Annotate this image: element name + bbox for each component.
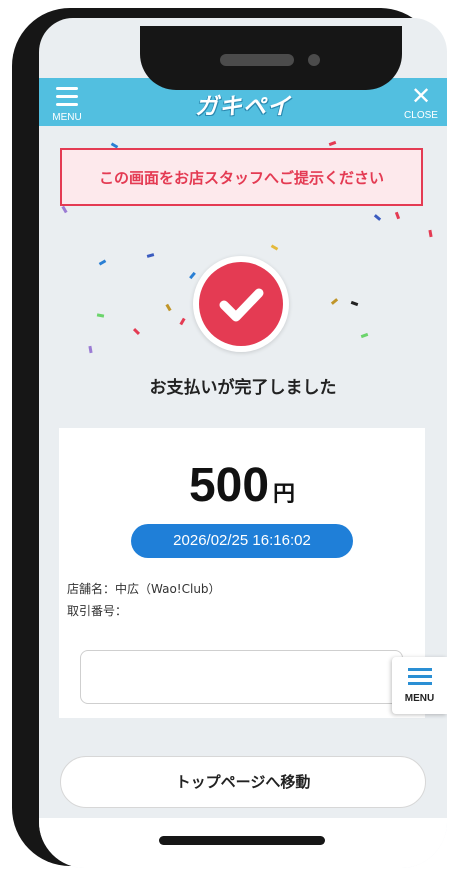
hamburger-icon-bar xyxy=(56,95,78,98)
check-icon xyxy=(199,262,283,346)
amount-unit: 円 xyxy=(273,482,296,507)
close-label: CLOSE xyxy=(404,110,438,121)
phone-frame: MENU ガキペイ ✕ CLOSE この画面をお店スタッフへご提示ください お支… xyxy=(12,8,447,868)
payment-card: 500 円 2026/02/25 16:16:02 店舗名：中広（Wao!Club… xyxy=(59,428,425,718)
memo-field[interactable] xyxy=(80,650,403,704)
home-indicator xyxy=(159,836,325,845)
app-screen: MENU ガキペイ ✕ CLOSE この画面をお店スタッフへご提示ください お支… xyxy=(39,18,447,868)
hamburger-icon xyxy=(56,87,78,90)
hamburger-icon-bar xyxy=(408,675,432,678)
store-name: 店舗名：中広（Wao!Club） xyxy=(67,582,221,596)
hamburger-icon-bar xyxy=(56,103,78,106)
menu-button[interactable]: MENU xyxy=(49,84,85,124)
staff-notice: この画面をお店スタッフへご提示ください xyxy=(60,148,423,206)
hamburger-icon xyxy=(408,668,432,671)
close-icon: ✕ xyxy=(410,82,432,110)
close-button[interactable]: ✕ CLOSE xyxy=(401,82,441,124)
transaction-number: 取引番号： xyxy=(67,604,128,618)
top-page-button[interactable]: トップページへ移動 xyxy=(60,756,426,808)
floating-menu-label: MENU xyxy=(404,693,435,704)
menu-label: MENU xyxy=(52,112,82,123)
amount-value: 500 xyxy=(188,459,270,512)
success-badge xyxy=(193,256,289,352)
payment-datetime: 2026/02/25 16:16:02 xyxy=(131,524,353,558)
hamburger-icon-bar xyxy=(408,682,432,685)
payment-amount: 500 円 xyxy=(59,458,425,513)
payment-complete-message: お支払いが完了しました xyxy=(149,378,337,398)
front-camera xyxy=(308,54,320,66)
speaker-grille xyxy=(220,54,294,66)
app-logo: ガキペイ xyxy=(195,94,291,120)
phone-notch xyxy=(140,26,402,90)
floating-menu-button[interactable]: MENU xyxy=(392,657,447,714)
